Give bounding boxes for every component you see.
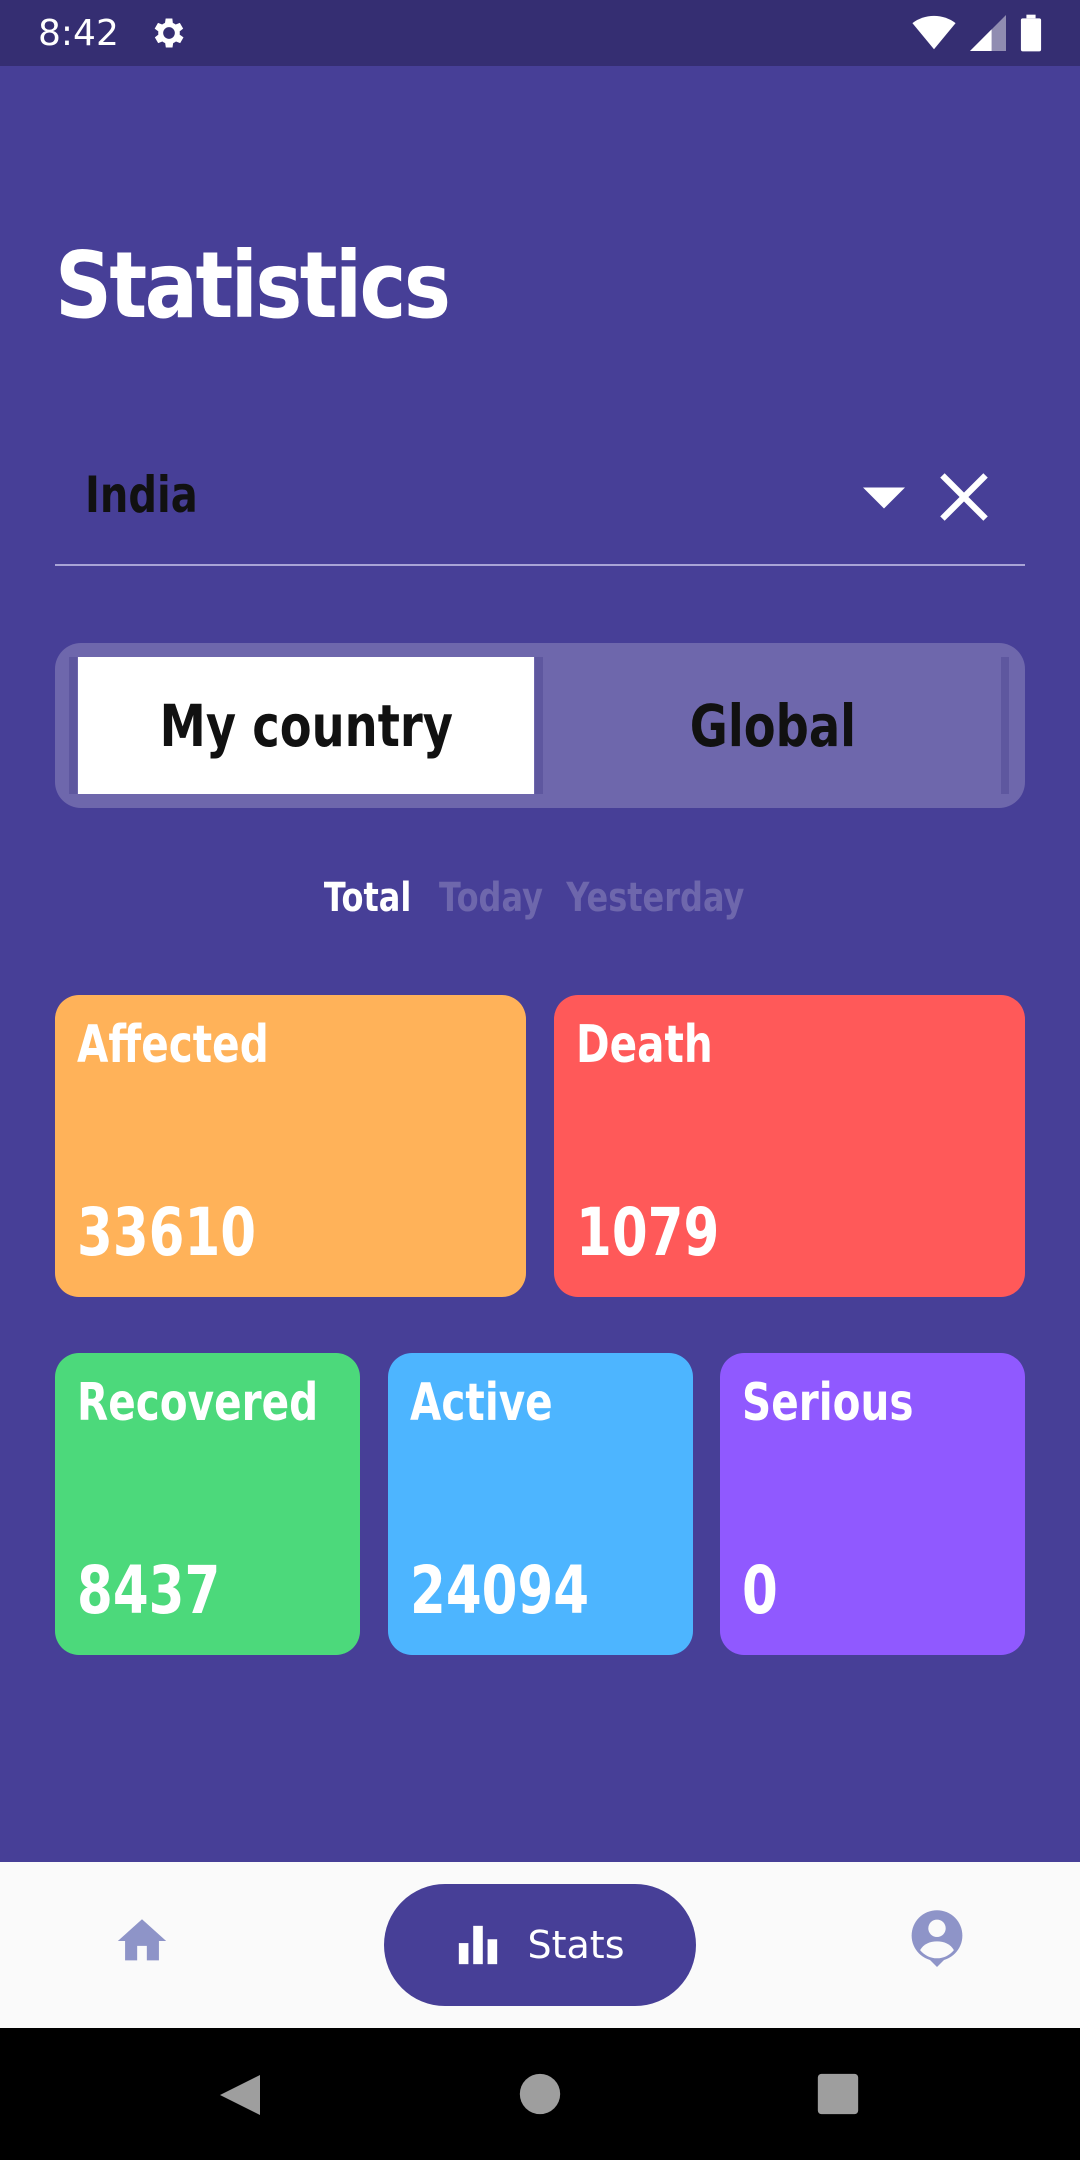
account-icon[interactable]: [908, 1908, 966, 1968]
nav-stats-button[interactable]: Stats: [384, 1884, 696, 2006]
wifi-icon: [912, 15, 956, 50]
close-icon[interactable]: [935, 468, 993, 526]
affected-value: 33610: [77, 1194, 257, 1271]
tab-yesterday[interactable]: Yesterday: [567, 875, 745, 921]
system-navigation-bar: [0, 2028, 1080, 2160]
toggle-divider: [535, 657, 543, 794]
home-icon[interactable]: [113, 1912, 171, 1970]
bottom-navigation: Stats: [0, 1862, 1080, 2028]
country-select-value[interactable]: India: [85, 466, 198, 524]
status-bar: 8:42: [0, 0, 1080, 66]
death-card: Death 1079: [554, 995, 1025, 1297]
toggle-divider: [69, 657, 77, 794]
country-select[interactable]: India: [55, 450, 1025, 566]
cellular-signal-icon: [970, 15, 1006, 51]
tab-total[interactable]: Total: [324, 875, 411, 921]
affected-card: Affected 33610: [55, 995, 526, 1297]
serious-label: Serious: [742, 1373, 914, 1433]
serious-value: 0: [742, 1552, 778, 1629]
status-time: 8:42: [38, 12, 119, 54]
period-tabs: Total Today Yesterday: [0, 875, 1080, 921]
home-circle-icon[interactable]: [518, 2072, 562, 2116]
affected-label: Affected: [77, 1015, 269, 1075]
nav-stats-label: Stats: [527, 1923, 625, 1967]
death-label: Death: [576, 1015, 713, 1075]
settings-gear-icon: [154, 18, 184, 48]
recovered-card: Recovered 8437: [55, 1353, 360, 1655]
page-title: Statistics: [55, 232, 451, 339]
active-value: 24094: [410, 1552, 590, 1629]
active-card: Active 24094: [388, 1353, 693, 1655]
status-icons: [912, 14, 1042, 52]
tab-today[interactable]: Today: [439, 875, 543, 921]
chevron-down-icon[interactable]: [863, 484, 905, 512]
toggle-divider: [1001, 657, 1009, 794]
scope-toggle: My country Global: [55, 643, 1025, 808]
recovered-value: 8437: [77, 1552, 221, 1629]
active-label: Active: [410, 1373, 553, 1433]
toggle-my-country-label: My country: [159, 691, 453, 760]
recovered-label: Recovered: [77, 1373, 319, 1433]
serious-card: Serious 0: [720, 1353, 1025, 1655]
back-icon[interactable]: [216, 2070, 264, 2120]
recents-icon[interactable]: [816, 2072, 860, 2116]
battery-icon: [1020, 14, 1042, 52]
toggle-global-label: Global: [689, 691, 857, 760]
toggle-my-country[interactable]: My country: [78, 657, 534, 794]
death-value: 1079: [576, 1194, 720, 1271]
toggle-global[interactable]: Global: [548, 657, 998, 794]
bar-chart-icon: [459, 1925, 498, 1965]
